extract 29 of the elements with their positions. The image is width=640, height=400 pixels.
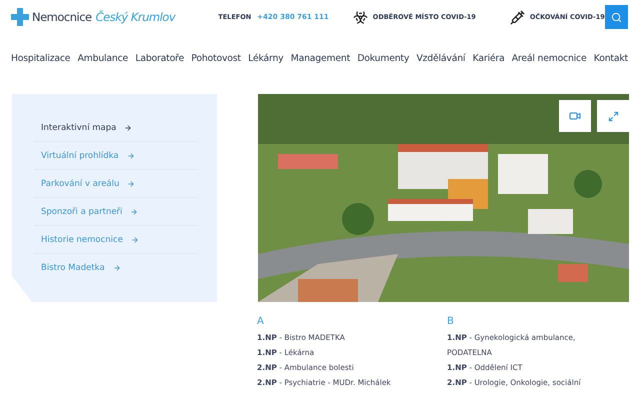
- logo-text[interactable]: Nemocnice Český Krumlov: [32, 10, 176, 24]
- building-letter: A: [257, 316, 264, 327]
- syringe-icon: [510, 10, 525, 24]
- nav-link[interactable]: Kariéra: [472, 52, 504, 64]
- arrow-icon: [124, 124, 132, 132]
- nav-link[interactable]: Management: [290, 52, 350, 64]
- arrow-icon: [127, 180, 136, 188]
- nav-link[interactable]: Laboratoře: [135, 52, 184, 64]
- arrow-icon: [130, 236, 139, 244]
- search-button[interactable]: [604, 5, 628, 29]
- search-icon: [610, 12, 622, 22]
- nav-link[interactable]: Dokumenty: [357, 52, 410, 64]
- video-button[interactable]: [559, 100, 591, 132]
- nav-link[interactable]: Vzdělávání: [416, 52, 466, 64]
- nav-link[interactable]: Areál nemocnice: [512, 52, 586, 64]
- video-camera-icon: [569, 110, 581, 122]
- cross-icon: [11, 8, 29, 26]
- arrow-icon: [130, 208, 138, 216]
- nav-link[interactable]: Ambulance: [78, 52, 128, 64]
- nav-link[interactable]: Lékárny: [248, 52, 284, 64]
- sidebar-link[interactable]: Interaktivní mapa: [34, 114, 197, 142]
- arrow-icon: [126, 152, 135, 160]
- nav-link[interactable]: Kontakt: [594, 52, 628, 64]
- biohazard-icon: [352, 10, 368, 24]
- expand-icon: [608, 110, 618, 122]
- arrow-icon: [112, 264, 121, 272]
- nav-link[interactable]: Hospitalizace: [11, 52, 70, 64]
- building-letter: B: [447, 316, 454, 327]
- nav-link[interactable]: Pohotovost: [191, 52, 241, 64]
